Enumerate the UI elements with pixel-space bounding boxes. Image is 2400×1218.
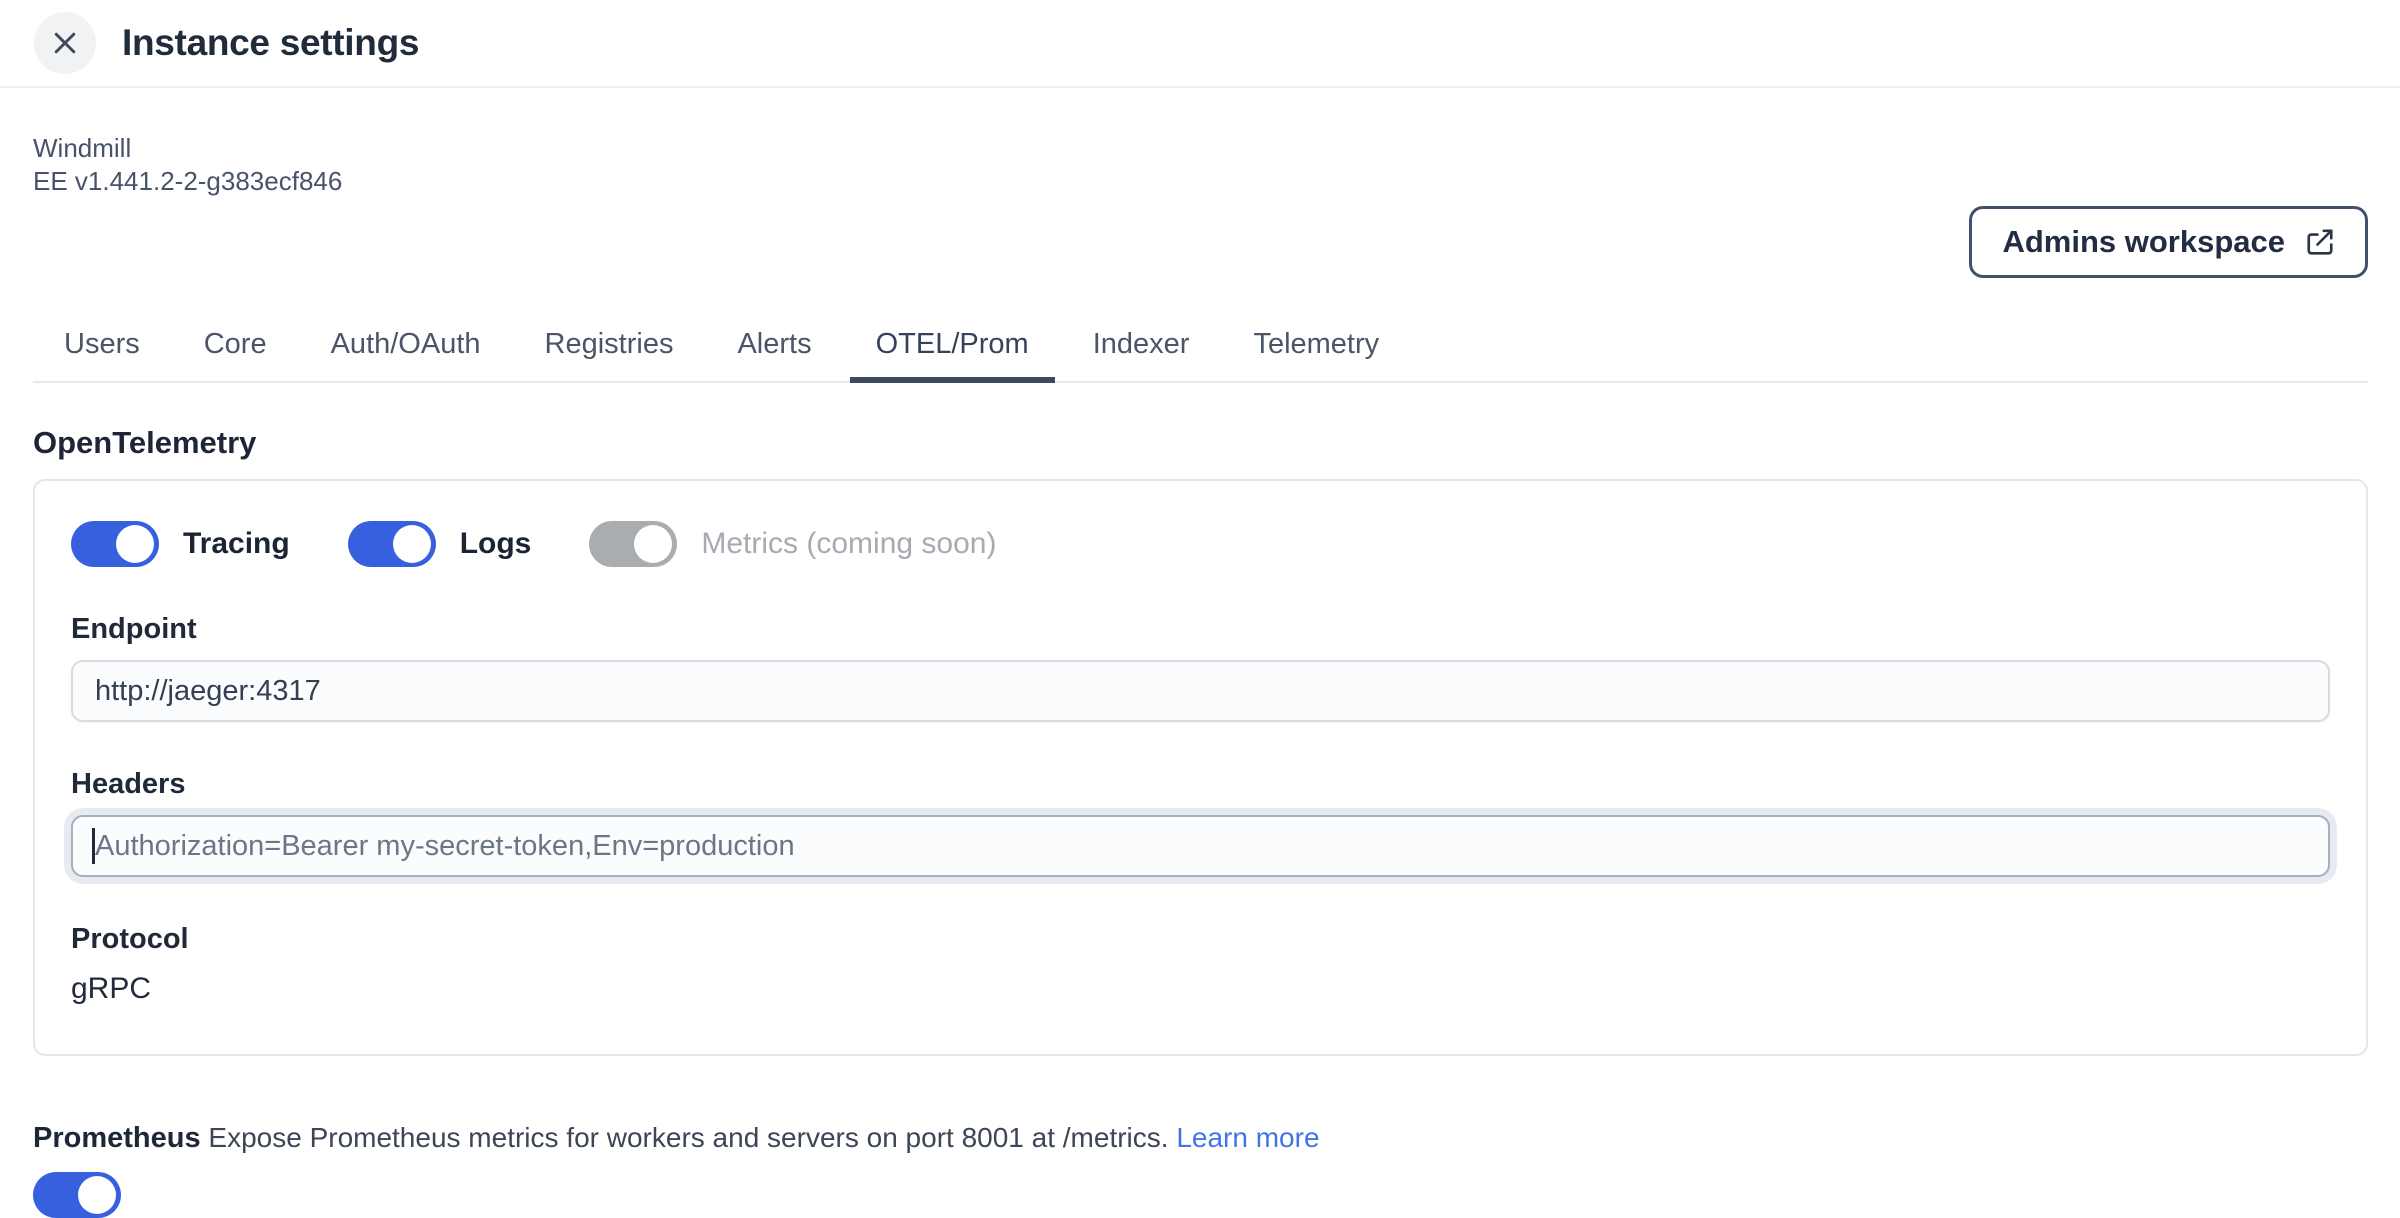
prometheus-description: Expose Prometheus metrics for workers an… xyxy=(208,1122,1168,1153)
toggle-knob xyxy=(393,525,431,563)
close-button[interactable] xyxy=(34,12,96,74)
page-title: Instance settings xyxy=(122,22,419,64)
tab-telemetry[interactable]: Telemetry xyxy=(1227,316,1405,383)
logs-toggle-label: Logs xyxy=(460,527,532,561)
tracing-toggle-group: Tracing xyxy=(71,521,290,567)
instance-meta: Windmill EE v1.441.2-2-g383ecf846 xyxy=(33,132,2368,198)
prometheus-toggle[interactable] xyxy=(33,1172,121,1218)
opentelemetry-heading: OpenTelemetry xyxy=(33,425,2368,461)
text-caret xyxy=(92,828,95,864)
headers-input[interactable] xyxy=(71,815,2330,877)
toggle-knob xyxy=(78,1176,116,1214)
metrics-toggle xyxy=(589,521,677,567)
metrics-toggle-label: Metrics (coming soon) xyxy=(701,527,996,561)
tracing-toggle-label: Tracing xyxy=(183,527,290,561)
headers-input-wrap xyxy=(71,815,2330,877)
tab-registries[interactable]: Registries xyxy=(519,316,700,383)
tab-core[interactable]: Core xyxy=(178,316,293,383)
tab-otel-prom[interactable]: OTEL/Prom xyxy=(850,316,1055,383)
endpoint-field-group: Endpoint xyxy=(71,613,2330,722)
actions-row: Admins workspace xyxy=(33,206,2368,278)
headers-label: Headers xyxy=(71,768,2330,801)
tab-indexer[interactable]: Indexer xyxy=(1067,316,1216,383)
headers-field-group: Headers xyxy=(71,768,2330,877)
prometheus-toggle-row xyxy=(33,1172,2368,1218)
otel-toggles-row: Tracing Logs Metrics (coming soon) xyxy=(71,521,2330,567)
header-bar: Instance settings xyxy=(0,0,2400,88)
toggle-knob xyxy=(116,525,154,563)
endpoint-input-wrap xyxy=(71,660,2330,722)
protocol-label: Protocol xyxy=(71,923,2330,956)
logs-toggle-group: Logs xyxy=(348,521,532,567)
metrics-toggle-group: Metrics (coming soon) xyxy=(589,521,996,567)
toggle-knob xyxy=(634,525,672,563)
tab-auth-oauth[interactable]: Auth/OAuth xyxy=(305,316,507,383)
logs-toggle[interactable] xyxy=(348,521,436,567)
endpoint-input[interactable] xyxy=(71,660,2330,722)
tab-users[interactable]: Users xyxy=(38,316,166,383)
app-version: EE v1.441.2-2-g383ecf846 xyxy=(33,165,2368,198)
prometheus-section: Prometheus Expose Prometheus metrics for… xyxy=(33,1120,2368,1156)
settings-content: Windmill EE v1.441.2-2-g383ecf846 Admins… xyxy=(0,132,2400,1218)
protocol-field-group: Protocol gRPC xyxy=(71,923,2330,1006)
tracing-toggle[interactable] xyxy=(71,521,159,567)
app-name: Windmill xyxy=(33,132,2368,165)
opentelemetry-card: Tracing Logs Metrics (coming soon) Endpo… xyxy=(33,479,2368,1056)
settings-tabs: Users Core Auth/OAuth Registries Alerts … xyxy=(33,316,2368,383)
endpoint-label: Endpoint xyxy=(71,613,2330,646)
close-icon xyxy=(50,28,80,58)
tab-alerts[interactable]: Alerts xyxy=(711,316,837,383)
prometheus-title: Prometheus xyxy=(33,1122,201,1154)
learn-more-link[interactable]: Learn more xyxy=(1176,1122,1319,1153)
admins-workspace-button[interactable]: Admins workspace xyxy=(1969,206,2368,278)
external-link-icon xyxy=(2305,227,2335,257)
protocol-value: gRPC xyxy=(71,972,2330,1006)
admins-workspace-label: Admins workspace xyxy=(2002,224,2285,260)
